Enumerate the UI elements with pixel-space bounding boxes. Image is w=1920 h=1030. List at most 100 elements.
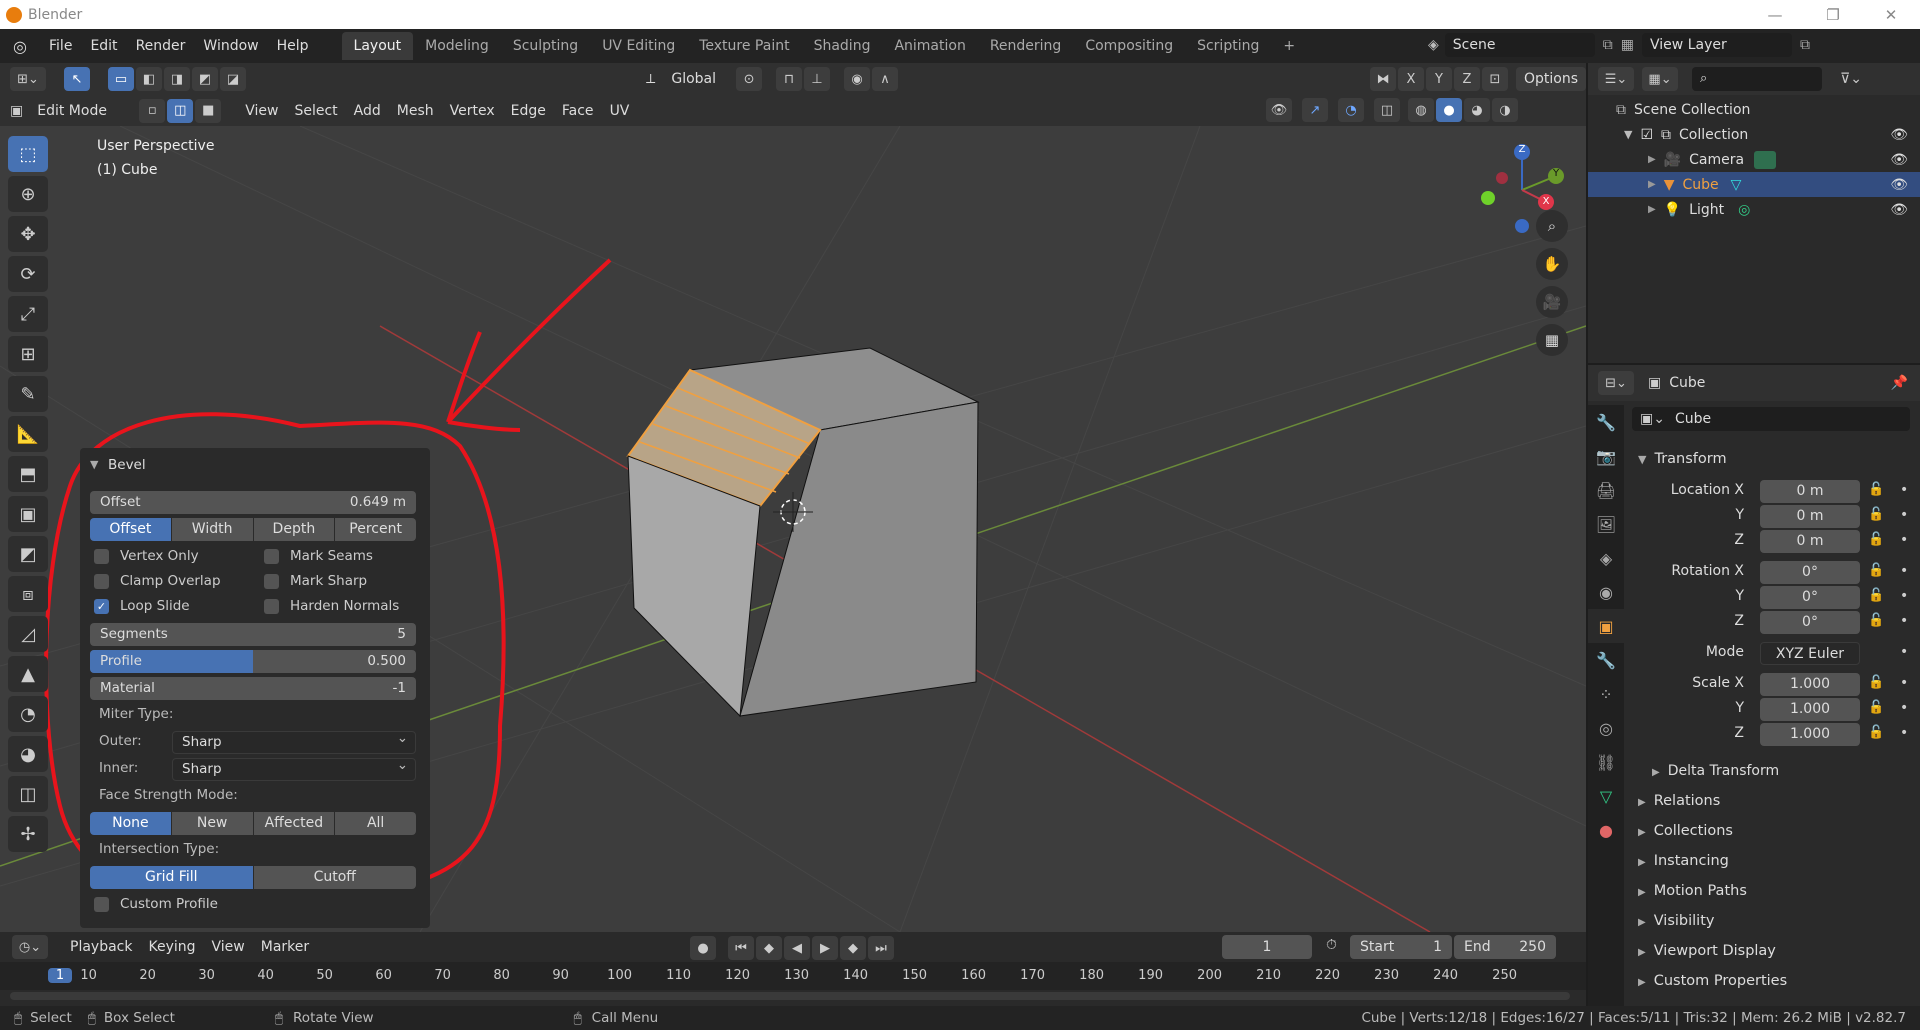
menu-render[interactable]: Render [127, 33, 195, 59]
eye-icon[interactable]: 👁 [1890, 127, 1908, 143]
expand-arrow-icon[interactable]: ▶ [1648, 204, 1656, 215]
location-y-field[interactable]: 0 m [1760, 505, 1860, 528]
menu-mesh[interactable]: Mesh [389, 98, 442, 124]
edge-slide-tool-icon[interactable]: ◫ [8, 776, 48, 812]
editor-type-icon[interactable]: ⊞⌄ [10, 67, 46, 91]
mark-seams-checkbox[interactable]: Mark Seams [264, 548, 373, 564]
rotate-tool-icon[interactable]: ⟳ [8, 256, 48, 292]
extrude-tool-icon[interactable]: ⬒ [8, 456, 48, 492]
tab-layout[interactable]: Layout [341, 32, 414, 60]
visibility-panel[interactable]: ▶ Visibility [1624, 907, 1920, 935]
cursor-tool-icon[interactable]: ⊕ [8, 176, 48, 212]
minimize-button[interactable]: — [1746, 0, 1804, 29]
select-extend-icon[interactable]: ◧ [136, 67, 162, 91]
data-tab-icon[interactable]: ▽ [1588, 779, 1624, 813]
select-intersect-icon[interactable]: ◪ [220, 67, 246, 91]
eye-icon[interactable]: 👁 [1890, 202, 1908, 218]
motion-paths-panel[interactable]: ▶ Motion Paths [1624, 877, 1920, 905]
constraints-tab-icon[interactable]: ⛓ [1588, 745, 1624, 779]
outliner-editor-icon[interactable]: ☰⌄ [1598, 67, 1634, 91]
keyframe-dot-icon[interactable]: • [1900, 563, 1908, 579]
width-type-offset[interactable]: Offset [90, 518, 172, 541]
object-tab-icon[interactable]: ▣ [1588, 609, 1624, 643]
pivot-icon[interactable]: ⊙ [736, 67, 763, 91]
render-tab-icon[interactable]: 📷 [1588, 439, 1624, 473]
scale-tool-icon[interactable]: ⤢ [8, 296, 48, 332]
light-data-icon[interactable]: ◎ [1738, 202, 1750, 218]
tab-uv-editing[interactable]: UV Editing [590, 32, 687, 60]
falloff-icon[interactable]: ∧ [872, 67, 899, 91]
clamp-overlap-checkbox[interactable]: Clamp Overlap [94, 573, 221, 589]
timeline-menu-keying[interactable]: Keying [140, 934, 203, 960]
timeline-scrollbar[interactable] [10, 992, 1570, 1000]
camera-view-icon[interactable]: 🎥 [1536, 286, 1568, 318]
move-tool-icon[interactable]: ✥ [8, 216, 48, 252]
keyframe-dot-icon[interactable]: • [1900, 725, 1908, 741]
vertex-select-icon[interactable]: ▫ [139, 98, 166, 123]
mirror-icon[interactable]: ⧓ [1370, 67, 1396, 91]
axis-x-toggle[interactable]: X [1398, 67, 1424, 91]
zoom-icon[interactable]: ⌕ [1536, 210, 1568, 242]
tab-texture-paint[interactable]: Texture Paint [687, 32, 801, 60]
checkmark-icon[interactable]: ✓ [94, 598, 109, 614]
next-keyframe-icon[interactable]: ◆ [840, 936, 866, 960]
menu-view[interactable]: View [237, 98, 286, 124]
properties-editor-icon[interactable]: ⊟⌄ [1598, 371, 1634, 395]
location-x-field[interactable]: 0 m [1760, 480, 1860, 503]
ortho-grid-icon[interactable]: ▦ [1536, 324, 1568, 356]
blender-menu-icon[interactable]: ◎ [0, 37, 40, 56]
custom-properties-panel[interactable]: ▶ Custom Properties [1624, 967, 1920, 995]
prev-keyframe-icon[interactable]: ◆ [756, 936, 782, 960]
particles-tab-icon[interactable]: ⁘ [1588, 677, 1624, 711]
knife-tool-icon[interactable]: ◿ [8, 616, 48, 652]
overlay-icon[interactable]: ◔ [1338, 98, 1364, 122]
select-tool-icon[interactable]: ↖ [64, 67, 90, 91]
timeline-menu-view[interactable]: View [204, 934, 253, 960]
solid-shading-icon[interactable]: ● [1436, 98, 1462, 122]
mode-dropdown[interactable]: Edit Mode [29, 98, 129, 124]
lock-icon[interactable]: 🔓 [1868, 507, 1884, 522]
segments-slider[interactable]: Segments 5 [90, 623, 416, 646]
outliner-item-camera[interactable]: ▶ 🎥 Camera 👁 [1588, 147, 1920, 172]
display-mode-icon[interactable]: ▦⌄ [1642, 67, 1678, 91]
gizmo-icon[interactable]: ↗ [1302, 98, 1328, 122]
options-dropdown[interactable]: Options [1516, 67, 1587, 91]
lock-icon[interactable]: 🔓 [1868, 700, 1884, 715]
tab-animation[interactable]: Animation [882, 32, 977, 60]
keyframe-dot-icon[interactable]: • [1900, 700, 1908, 716]
inner-miter-dropdown[interactable]: Sharp [172, 755, 416, 781]
scene-collection-row[interactable]: ⧉ Scene Collection [1588, 97, 1920, 122]
scale-y-field[interactable]: 1.000 [1760, 698, 1860, 721]
jump-start-icon[interactable]: ⏮ [728, 936, 754, 960]
mesh-data-icon[interactable]: ▽ [1731, 177, 1742, 193]
vertex-only-checkbox[interactable]: Vertex Only [94, 548, 199, 564]
gizmo-y-label[interactable]: Y [1550, 168, 1562, 180]
output-tab-icon[interactable]: 🖨 [1588, 473, 1624, 507]
material-tab-icon[interactable]: ● [1588, 813, 1624, 847]
proportional-edit-icon[interactable]: ◉ [844, 67, 871, 91]
scene-tab-icon[interactable]: ◈ [1588, 541, 1624, 575]
transform-tool-icon[interactable]: ⊞ [8, 336, 48, 372]
poly-build-tool-icon[interactable]: ▲ [8, 656, 48, 692]
start-frame-field[interactable]: Start 1 [1350, 935, 1452, 959]
tool-tab-icon[interactable]: 🔧 [1588, 405, 1624, 439]
view-layer-field[interactable]: View Layer [1642, 33, 1793, 57]
rotation-mode-dropdown[interactable]: XYZ Euler [1760, 642, 1860, 665]
select-box-tool-icon[interactable]: ⬚ [8, 136, 48, 172]
lock-icon[interactable]: 🔓 [1868, 675, 1884, 690]
pan-hand-icon[interactable]: ✋ [1536, 248, 1568, 280]
keyframe-dot-icon[interactable]: • [1900, 532, 1908, 548]
lock-icon[interactable]: 🔓 [1868, 482, 1884, 497]
snap-target-icon[interactable]: ⊥ [804, 67, 831, 91]
face-strength-all[interactable]: All [335, 812, 416, 835]
lock-icon[interactable]: 🔓 [1868, 725, 1884, 740]
instancing-panel[interactable]: ▶ Instancing [1624, 847, 1920, 875]
tab-sculpting[interactable]: Sculpting [501, 32, 590, 60]
new-scene-icon[interactable]: ⧉ [1603, 37, 1613, 53]
material-slider[interactable]: Material -1 [90, 677, 416, 700]
keyframe-dot-icon[interactable]: • [1900, 588, 1908, 604]
rendered-shading-icon[interactable]: ◑ [1492, 98, 1518, 122]
pin-icon[interactable]: 📌 [1891, 375, 1908, 391]
tab-rendering[interactable]: Rendering [978, 32, 1074, 60]
menu-vertex[interactable]: Vertex [442, 98, 503, 124]
